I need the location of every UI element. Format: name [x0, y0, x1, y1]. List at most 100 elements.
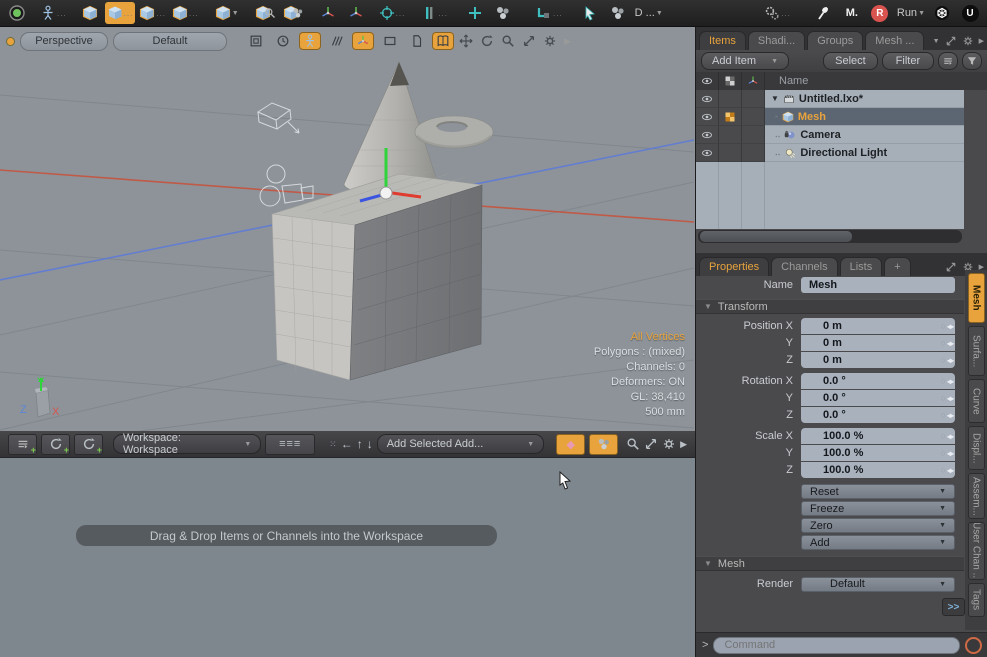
- filter-button[interactable]: Filter: [882, 52, 934, 70]
- visibility-column-eye-icon[interactable]: [696, 72, 719, 90]
- panel-more-icon[interactable]: ▶: [979, 38, 984, 45]
- position-y-field[interactable]: 0 m○◂▸: [801, 335, 955, 351]
- filter-funnel-button[interactable]: [962, 52, 982, 70]
- projection-dropdown[interactable]: Perspective: [20, 32, 109, 51]
- visibility-eye-icon[interactable]: [696, 144, 719, 162]
- reset-button[interactable]: Reset▼: [801, 484, 955, 499]
- envelope-icon[interactable]: ○: [941, 338, 946, 348]
- zoom-icon[interactable]: [501, 34, 515, 48]
- render-toggle-cell[interactable]: [719, 90, 742, 108]
- tab-channels[interactable]: Channels: [771, 257, 837, 276]
- run-dropdown[interactable]: Run▼: [895, 2, 927, 24]
- vtab-user-channels[interactable]: User Chan ...: [968, 522, 985, 580]
- mesh-section-header[interactable]: ▼ Mesh: [696, 556, 964, 571]
- symmetry-target-button[interactable]: ...: [377, 2, 408, 24]
- hscroll-thumb[interactable]: [700, 231, 852, 242]
- polygons-mode-button[interactable]: ...: [137, 2, 168, 24]
- tab-lists[interactable]: Lists: [840, 257, 883, 276]
- panel-maximize-icon[interactable]: [945, 35, 957, 47]
- select-button[interactable]: Select: [823, 52, 878, 70]
- add-link-button[interactable]: +: [8, 434, 37, 455]
- items-mode-button[interactable]: ...: [170, 2, 201, 24]
- tool-handles-toggle[interactable]: [352, 32, 374, 50]
- tab-overflow-icon[interactable]: ▼: [933, 38, 940, 45]
- camera-frame-toggle[interactable]: [246, 32, 268, 50]
- envelope-icon[interactable]: ○: [941, 393, 946, 403]
- command-history-icon[interactable]: [965, 637, 982, 654]
- tab-groups[interactable]: Groups: [807, 31, 863, 50]
- mini-slider-icon[interactable]: ◂▸: [947, 356, 953, 365]
- visibility-eye-icon[interactable]: [696, 90, 719, 108]
- lock-toggle-cell[interactable]: [742, 126, 765, 144]
- item-list[interactable]: ▼Untitled.lxo* ▪Mesh ‥Camera ‥Directiona…: [696, 90, 964, 229]
- nav-down-button[interactable]: ↓: [367, 437, 373, 451]
- vtab-surface[interactable]: Surfa...: [968, 326, 985, 376]
- list-mode-button[interactable]: [938, 52, 958, 70]
- edges-mode-button-active[interactable]: ...: [105, 2, 136, 24]
- book-toggle[interactable]: [432, 32, 454, 50]
- falloff-axis-icon[interactable]: [343, 2, 369, 24]
- tab-properties[interactable]: Properties: [699, 257, 769, 276]
- list-item-directional-light[interactable]: ‥Directional Light: [696, 144, 964, 162]
- zero-button[interactable]: Zero▼: [801, 518, 955, 533]
- unreal-icon[interactable]: U: [957, 2, 983, 24]
- envelope-icon[interactable]: ○: [941, 321, 946, 331]
- tab-add[interactable]: +: [884, 257, 910, 276]
- select-cursor-button[interactable]: [577, 2, 603, 24]
- envelope-icon[interactable]: ○: [941, 355, 946, 365]
- mini-slider-icon[interactable]: ◂▸: [947, 466, 953, 475]
- renderer-badge[interactable]: R: [867, 2, 893, 24]
- mini-slider-icon[interactable]: ◂▸: [947, 377, 953, 386]
- mini-slider-icon[interactable]: ◂▸: [947, 394, 953, 403]
- defaults-dropdown[interactable]: D ...▼: [633, 2, 665, 24]
- actor-tool-button[interactable]: ...: [38, 2, 69, 24]
- add-refresh-button[interactable]: +: [41, 434, 70, 455]
- mini-slider-icon[interactable]: ◂▸: [947, 432, 953, 441]
- vtab-mesh[interactable]: Mesh: [968, 273, 985, 323]
- region-toggle[interactable]: [379, 32, 401, 50]
- transform-section-header[interactable]: ▼ Transform: [696, 299, 964, 314]
- name-input[interactable]: [801, 277, 955, 293]
- scale-y-field[interactable]: 100.0 %○◂▸: [801, 445, 955, 461]
- add-tool-button[interactable]: [462, 2, 488, 24]
- transform-column-axis-icon[interactable]: [742, 72, 765, 90]
- snapping-button[interactable]: ...: [534, 2, 565, 24]
- render-column-checker-icon[interactable]: [719, 72, 742, 90]
- rotation-z-field[interactable]: 0.0 °○◂▸: [801, 407, 955, 423]
- page-toggle[interactable]: [406, 32, 428, 50]
- lock-toggle-cell[interactable]: [742, 90, 765, 108]
- clock-toggle[interactable]: [272, 32, 294, 50]
- workspace-zoom-icon[interactable]: [626, 437, 640, 451]
- visibility-eye-icon[interactable]: [696, 126, 719, 144]
- schematic-workspace[interactable]: + + + Workspace: Workspace ▼ ≡≡≡ ⁙ ← ↑ ↓…: [0, 431, 695, 657]
- envelope-icon[interactable]: ○: [941, 410, 946, 420]
- render-toggle-on-icon[interactable]: [719, 108, 742, 126]
- panel-maximize-icon[interactable]: [945, 261, 957, 273]
- expander-icon[interactable]: ▼: [771, 94, 779, 103]
- axe-tool-icon[interactable]: [811, 2, 837, 24]
- viewport-more-icon[interactable]: ▶: [564, 37, 571, 46]
- modo-logo-icon[interactable]: [4, 2, 30, 24]
- viewport-corner-handle[interactable]: [6, 37, 15, 46]
- render-toggle-cell[interactable]: [719, 144, 742, 162]
- envelope-icon[interactable]: ○: [941, 376, 946, 386]
- shading-dropdown[interactable]: Default: [113, 32, 226, 51]
- position-z-field[interactable]: 0 m○◂▸: [801, 352, 955, 368]
- panel-gear-icon[interactable]: [962, 35, 974, 47]
- scale-x-field[interactable]: 100.0 %○◂▸: [801, 428, 955, 444]
- add-button[interactable]: Add▼: [801, 535, 955, 550]
- particles-button[interactable]: [490, 2, 516, 24]
- render-item-button[interactable]: [281, 2, 307, 24]
- item-list-hscrollbar[interactable]: [698, 230, 962, 243]
- list-item-mesh[interactable]: ▪Mesh: [696, 108, 964, 126]
- diamond-channel-button[interactable]: ◆: [556, 434, 585, 455]
- workspace-maximize-icon[interactable]: [644, 437, 658, 451]
- nav-left-button[interactable]: ←: [341, 437, 353, 451]
- vtab-assembly[interactable]: Assem...: [968, 473, 985, 519]
- mini-slider-icon[interactable]: ◂▸: [947, 339, 953, 348]
- item-presets-dropdown[interactable]: ▼: [213, 2, 241, 24]
- nav-up-button[interactable]: ↑: [357, 437, 363, 451]
- unity-icon[interactable]: [929, 2, 955, 24]
- layout-grid-button[interactable]: ≡≡≡: [265, 434, 315, 455]
- command-input[interactable]: [713, 637, 960, 654]
